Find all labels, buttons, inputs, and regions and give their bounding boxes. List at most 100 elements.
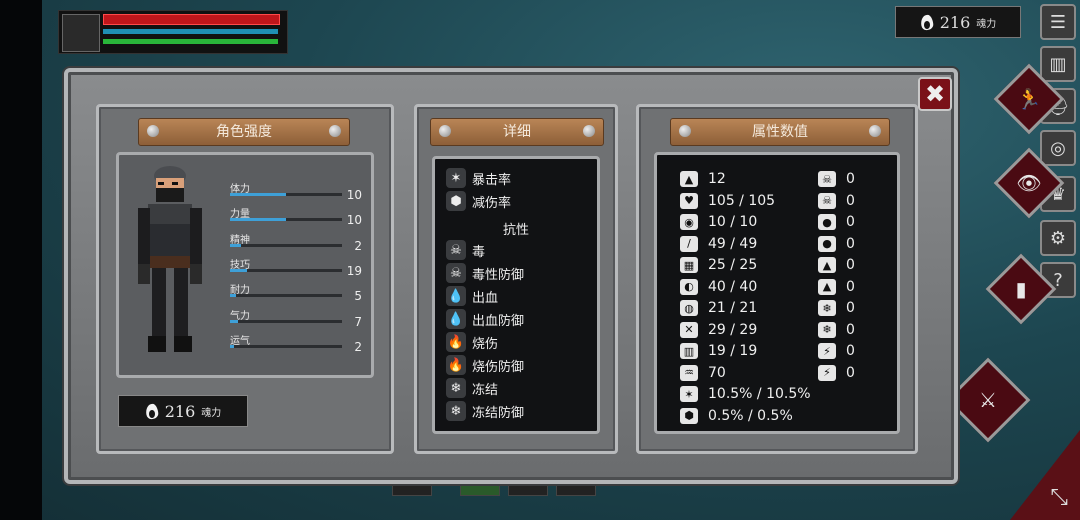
bleed-defense-icon: ● [818,235,836,252]
crit-rate-icon: ✶ [680,386,698,402]
stat-bar [230,319,342,323]
crit-icon: ✶ [446,168,466,188]
stat-value: 2 [354,238,362,253]
attribute-row: ❄ 0 [818,300,855,316]
detail-label: 出血 [472,290,499,306]
detail-row: ☠ 毒性防御 [446,263,524,283]
poise-icon: ◍ [680,300,698,316]
stat-bar-fill [230,319,238,323]
runner-icon: 🏃 [1016,87,1042,111]
attribute-value: 0 [846,300,855,316]
character-panel-title: 角色强度 [138,118,350,146]
detail-label: 冻结 [472,382,499,398]
quick-slot[interactable] [392,482,432,496]
mana-bar [103,29,278,34]
shield-icon: ▮ [1015,277,1027,301]
detail-label: 毒 [472,244,486,260]
detail-row: ❄ 冻结防御 [446,401,524,421]
equip-load-icon: ▦ [680,257,698,273]
quick-slot[interactable] [460,482,500,496]
attribute-row: ❄ 0 [818,321,855,338]
stat-value: 10 [346,213,362,228]
menu-list-button[interactable]: ☰ [1040,4,1076,40]
detail-row: 💧 出血 [446,286,498,306]
attribute-value: 0 [846,343,855,359]
attribute-row: ☠ 0 [818,192,855,209]
flame-icon [920,13,934,31]
stat-value: 19 [346,263,362,278]
stat-value: 10 [346,188,362,202]
rivet-icon [147,125,159,137]
stat-bar-fill [230,344,234,348]
stat-bar [230,193,342,196]
attribute-row: ▲ 0 [818,278,855,295]
attribute-value: 0 [846,257,855,273]
attribute-row: ◍ 21 / 21 [680,300,757,316]
burn-icon: ▲ [818,257,836,273]
door-icon: ▥ [1049,53,1067,75]
attribute-row: ♥ 105 / 105 [680,192,775,209]
stat-bar-fill [230,243,242,247]
detail-row: ✶ 暴击率 [446,168,511,188]
burn-defense-icon: 🔥 [446,355,466,375]
shield-emblem-icon: ◎ [1050,137,1066,159]
stat-bar [230,268,342,272]
rivet-icon [679,125,691,137]
freeze-icon: ❄ [446,378,466,398]
reduction-icon: ⬢ [680,407,698,424]
attributes-title-text: 属性数值 [752,124,808,140]
poison-icon: ☠ [446,240,466,260]
attribute-row: ♒ 70 [680,364,726,381]
attribute-value: 12 [708,171,726,187]
bleed-defense-icon: 💧 [446,309,466,329]
stat-bar [230,243,342,247]
bleed-icon: ● [818,214,836,230]
stamina-bar [103,39,278,44]
agility-icon: ✕ [680,321,698,338]
attribute-row: / 49 / 49 [680,235,758,252]
detail-label: 烧伤 [472,336,499,352]
eye-icon: 👁 [1016,171,1042,195]
close-button[interactable]: ✖ [918,77,952,111]
rivet-icon [583,125,595,137]
attribute-row: ▦ 25 / 25 [680,257,757,273]
freeze-icon: ❄ [818,300,836,316]
poison-icon: ☠ [818,171,836,187]
defense-icon: ◐ [680,278,698,295]
attributes-panel-title: 属性数值 [670,118,890,146]
freeze-defense-icon: ❄ [446,401,466,421]
rivet-icon [329,125,341,137]
character-title-text: 角色强度 [216,124,272,140]
attribute-row: ⬢ 0.5% / 0.5% [680,407,793,424]
stat-value: 2 [354,339,362,354]
attribute-row: ☠ 0 [818,171,855,187]
quick-slot[interactable] [508,482,548,496]
expand-corner-button[interactable]: ⤡ [1010,430,1080,520]
details-title-text: 详细 [503,124,531,140]
burn-icon: 🔥 [446,332,466,352]
attribute-row: ▥ 19 / 19 [680,343,757,359]
attribute-value: 0 [846,278,855,295]
quick-slot[interactable] [556,482,596,496]
gear-icon: ⚙ [1049,227,1067,249]
armor-icon: ▥ [680,343,698,359]
detail-row: ☠ 毒 [446,240,485,260]
rivet-icon [869,125,881,137]
attribute-row: ▲ 0 [818,257,855,273]
detail-label: 毒性防御 [472,267,525,283]
attribute-row: ◉ 10 / 10 [680,214,757,230]
attribute-value: 0 [846,214,855,230]
attribute-row: ● 0 [818,235,855,252]
detail-label: 烧伤防御 [472,359,525,375]
attribute-row: ◐ 40 / 40 [680,278,757,295]
attribute-value: 0 [846,321,855,338]
attack-action-button[interactable]: ⚔ [945,357,1031,443]
attribute-value: 0 [846,235,855,252]
settings-button[interactable]: ⚙ [1040,220,1076,256]
rivet-icon [439,125,451,137]
attribute-value: 49 / 49 [708,235,758,252]
stat-bar [230,294,342,298]
stat-bar [230,218,342,222]
lungs-icon: ♒ [680,364,698,381]
lightning-icon: ⚡ [818,343,836,359]
